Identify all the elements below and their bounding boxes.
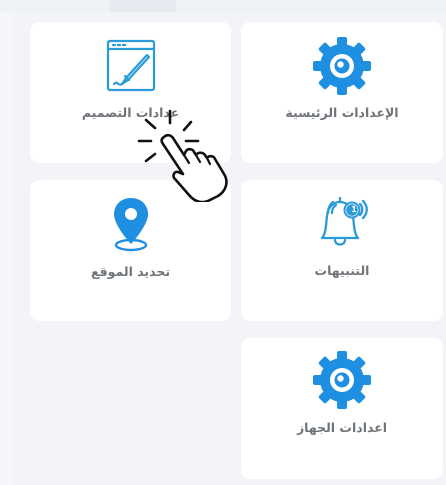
- hand-pointer-click-icon: [137, 109, 228, 202]
- location-pin-icon: [113, 198, 148, 252]
- top-strip: [0, 0, 446, 12]
- alerts-card[interactable]: 1 التنبيهات: [241, 180, 443, 321]
- device-settings-card[interactable]: اعدادات الجهاز: [241, 338, 443, 479]
- bell-icon: [320, 196, 368, 246]
- alert-badge-count: 1: [351, 205, 357, 214]
- top-tab[interactable]: [110, 0, 176, 12]
- location-label: تحديد الموقع: [90, 264, 171, 279]
- main-settings-label: الإعدادات الرئيسية: [285, 105, 399, 120]
- main-settings-card[interactable]: الإعدادات الرئيسية: [241, 22, 443, 163]
- gear-icon: [313, 37, 371, 95]
- design-pen-icon: [106, 39, 155, 92]
- gear-icon: [313, 351, 371, 409]
- device-settings-label: اعدادات الجهاز: [296, 420, 388, 435]
- alerts-label: التنبيهات: [314, 263, 370, 278]
